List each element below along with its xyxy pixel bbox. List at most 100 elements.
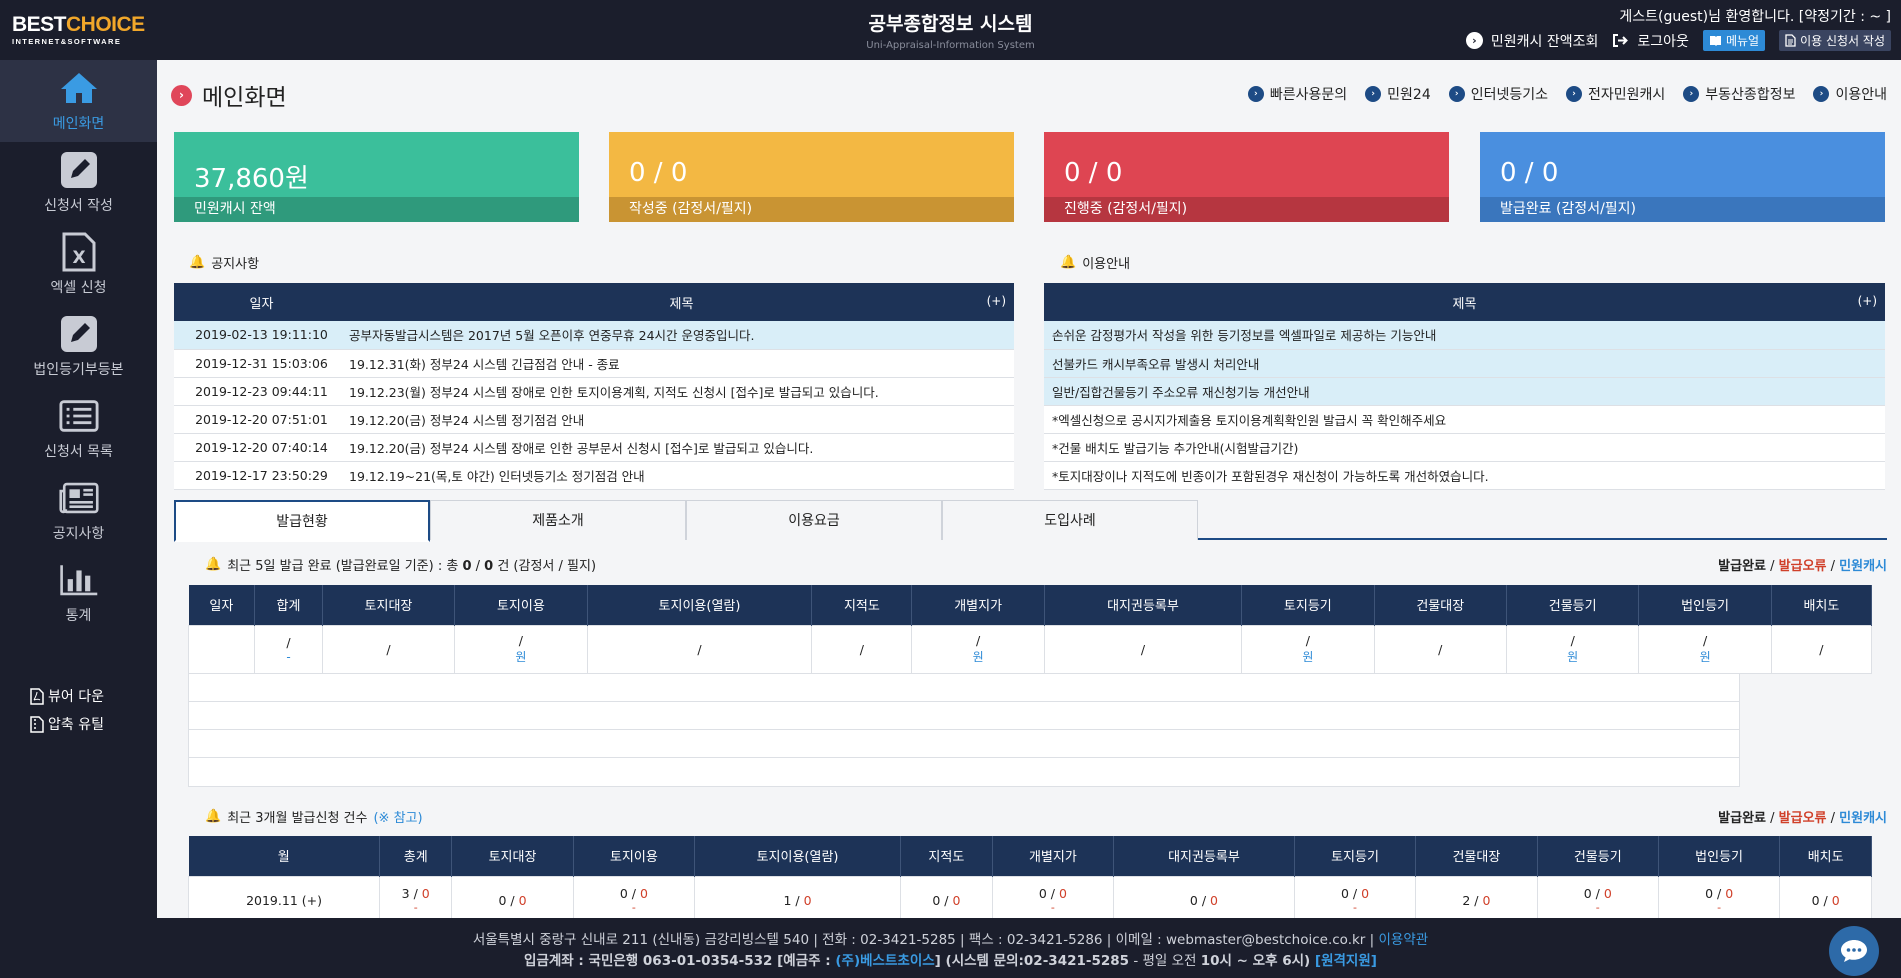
chart-icon [59, 561, 99, 599]
quicklink-label: 빠른사용문의 [1269, 87, 1348, 103]
table-row[interactable]: 2019-12-17 23:50:29 19.12.19~21(목,토 야간) 인… [174, 461, 1014, 490]
table-cell: 0 / 0 [900, 875, 993, 925]
footer-company-link[interactable]: (주)베스트초이스 [835, 953, 934, 969]
footer-account-label: 입금계좌 : 국민은행 [524, 953, 643, 969]
sidebar-item-stats[interactable]: 통계 [0, 552, 157, 634]
card-writing[interactable]: 0 / 0 작성중 (감정서/필지) [609, 132, 1014, 222]
table-row[interactable]: 2019-12-20 07:51:01 19.12.20(금) 정부24 시스템 … [174, 405, 1014, 434]
notice-row-title[interactable]: 19.12.23(월) 정부24 시스템 장애로 인한 토지이용계획, 지적도 … [349, 377, 1014, 406]
guide-row-title[interactable]: *엑셀신청으로 공시지가제출용 토지이용계획확인원 발급시 꼭 확인해주세요 [1044, 405, 1885, 434]
manual-button[interactable]: 메뉴얼 [1702, 30, 1766, 51]
quicklink-realestate[interactable]: › 부동산종합정보 [1683, 84, 1795, 104]
quicklink-guide[interactable]: › 이용안내 [1813, 84, 1887, 104]
cash-balance-link[interactable]: › 민원캐시 잔액조회 [1465, 31, 1598, 51]
guide-row-title[interactable]: 일반/집합건물등기 주소오류 재신청기능 개선안내 [1044, 377, 1885, 406]
card-issued[interactable]: 0 / 0 발급완료 (감정서/필지) [1480, 132, 1885, 222]
terms-link[interactable]: 이용약관 [1379, 932, 1429, 948]
table-row[interactable]: *토지대장이나 지적도에 빈종이가 포함된경우 재신청이 가능하도록 개선하였습… [1044, 461, 1885, 490]
logout-link[interactable]: 로그아웃 [1612, 31, 1689, 51]
footer-line-2: 입금계좌 : 국민은행 063-01-0354-532 [예금주 : (주)베스… [0, 951, 1901, 972]
table-cell: / [321, 624, 456, 674]
guide-more-button[interactable]: (+) [1858, 294, 1877, 308]
guide-row-title[interactable]: *건물 배치도 발급기능 추가안내(시험발급기간) [1044, 433, 1885, 462]
tab-issue-status[interactable]: 발급현황 [174, 500, 430, 542]
viewer-download-link[interactable]: 뷰어 다운 [30, 686, 104, 706]
table-row[interactable]: *건물 배치도 발급기능 추가안내(시험발급기간) [1044, 433, 1885, 462]
count-done: 0 [1189, 892, 1198, 908]
col-date: 일자 [174, 283, 349, 321]
logo[interactable]: BESTCHOICE INTERNET&SOFTWARE [12, 13, 145, 47]
chat-button[interactable] [1829, 926, 1879, 976]
col-header: 토지등기 [1294, 836, 1417, 876]
pdf-file-icon [30, 687, 44, 705]
count-error: 0 [421, 886, 430, 901]
arrow-right-icon: › [1566, 86, 1583, 102]
cell-cash: - [631, 901, 636, 914]
cell-count: / [1819, 641, 1824, 657]
top-bar: BESTCHOICE INTERNET&SOFTWARE 공부종합정보 시스템 … [0, 0, 1901, 60]
sidebar-item-list[interactable]: 신청서 목록 [0, 388, 157, 470]
notice-row-title[interactable]: 19.12.20(금) 정부24 시스템 장애로 인한 공부문서 신청시 [접수… [349, 433, 1014, 462]
quicklink-iros[interactable]: › 인터넷등기소 [1448, 84, 1548, 104]
quicklink-ecash[interactable]: › 전자민원캐시 [1566, 84, 1665, 104]
apply-form-button[interactable]: 이용 신청서 작성 [1779, 30, 1891, 51]
col-header: 법인등기 [1658, 836, 1781, 876]
quicklink-inquiry[interactable]: › 빠른사용문의 [1247, 84, 1348, 104]
month-cell[interactable]: 2019.11 (+) [187, 875, 381, 925]
cell-cash: 원 [972, 650, 984, 664]
card-cash-balance[interactable]: 37,860원 민원캐시 잔액 [174, 132, 579, 222]
logo-choice: CHOICE [66, 13, 145, 36]
sidebar-item-notice[interactable]: 공지사항 [0, 470, 157, 552]
notice-row-title[interactable]: 공부자동발급시스템은 2017년 5월 오픈이후 연중무휴 24시간 운영중입니… [349, 321, 1014, 350]
tab-pricing[interactable]: 이용요금 [686, 500, 942, 540]
table-row[interactable]: 2019-02-13 19:11:10 공부자동발급시스템은 2017년 5월 오… [174, 321, 1014, 350]
zip-util-label: 압축 유틸 [48, 717, 104, 733]
guide-row-title[interactable]: 선불카드 캐시부족오류 발생시 처리안내 [1044, 349, 1885, 378]
sidebar-item-write[interactable]: 신청서 작성 [0, 142, 157, 224]
table-row[interactable]: 손쉬운 감정평가서 작성을 위한 등기정보를 엑셀파일로 제공하는 기능안내 [1044, 321, 1885, 350]
notice-row-title[interactable]: 19.12.19~21(목,토 야간) 인터넷등기소 정기점검 안내 [349, 461, 1014, 490]
table-cell: / [586, 624, 813, 674]
notice-row-title[interactable]: 19.12.31(화) 정부24 시스템 긴급점검 안내 - 종료 [349, 349, 1014, 378]
table-row[interactable]: *엑셀신청으로 공시지가제출용 토지이용계획확인원 발급시 꼭 확인해주세요 [1044, 405, 1885, 434]
tab-cases[interactable]: 도입사례 [942, 500, 1198, 540]
guide-row-title[interactable]: *토지대장이나 지적도에 빈종이가 포함된경우 재신청이 가능하도록 개선하였습… [1044, 461, 1885, 490]
table-row[interactable]: 선불카드 캐시부족오류 발생시 처리안내 [1044, 349, 1885, 378]
quicklink-minwon24[interactable]: › 민원24 [1365, 84, 1431, 104]
sidebar-item-excel[interactable]: X 엑셀 신청 [0, 224, 157, 306]
count-error: 0 [1210, 892, 1218, 908]
sidebar-item-main[interactable]: 메인화면 [0, 60, 157, 142]
sidebar-item-corp-registry[interactable]: 법인등기부등본 [0, 306, 157, 388]
table-row[interactable]: 2019-12-31 15:03:06 19.12.31(화) 정부24 시스템 … [174, 349, 1014, 378]
col-header: 개별지가 [911, 585, 1045, 625]
notice-date: 2019-12-17 23:50:29 [174, 461, 349, 490]
table-row[interactable]: 일반/집합건물등기 주소오류 재신청기능 개선안내 [1044, 377, 1885, 406]
cell-count: / [518, 633, 523, 648]
table-cell: 0 / 0 [451, 875, 574, 925]
footer-phone: 02-3421-5285 [1023, 953, 1130, 969]
tab-product[interactable]: 제품소개 [430, 500, 686, 540]
manual-label: 메뉴얼 [1725, 34, 1760, 48]
table-row[interactable]: 2019-12-20 07:40:14 19.12.20(금) 정부24 시스템 … [174, 433, 1014, 462]
count-done: 0 [1705, 886, 1714, 901]
col-title: 제목 (+) [349, 283, 1014, 321]
legend-slash: / [1766, 811, 1779, 826]
notice-row-title[interactable]: 19.12.20(금) 정부24 시스템 정기점검 안내 [349, 405, 1014, 434]
cell-cash: - [1050, 901, 1055, 914]
card-label: 민원캐시 잔액 [174, 197, 579, 222]
recent5-title-a: 최근 5일 발급 완료 (발급완료일 기준) : 총 [227, 559, 463, 574]
card-in-progress[interactable]: 0 / 0 진행중 (감정서/필지) [1044, 132, 1449, 222]
count-done: 0 [619, 886, 628, 901]
table-row: 2019.11 (+) 3 / 0-0 / 00 / 0-1 / 00 / 00 … [187, 875, 1872, 925]
cell-cash: 원 [1699, 650, 1711, 664]
col-header: 월 [188, 836, 381, 876]
table-row[interactable]: 2019-12-23 09:44:11 19.12.23(월) 정부24 시스템 … [174, 377, 1014, 406]
guide-row-title[interactable]: 손쉬운 감정평가서 작성을 위한 등기정보를 엑셀파일로 제공하는 기능안내 [1044, 321, 1885, 350]
zip-util-link[interactable]: 압축 유틸 [30, 714, 104, 734]
table-cell: / 원 [1638, 624, 1772, 674]
remote-support-link[interactable]: [원격지원] [1315, 953, 1377, 969]
recent3m-note-link[interactable]: (※ 참고) [373, 807, 422, 826]
notice-more-button[interactable]: (+) [987, 294, 1006, 308]
table-cell: / [1770, 624, 1873, 674]
table-cell: 0 / 0 [1779, 875, 1872, 925]
